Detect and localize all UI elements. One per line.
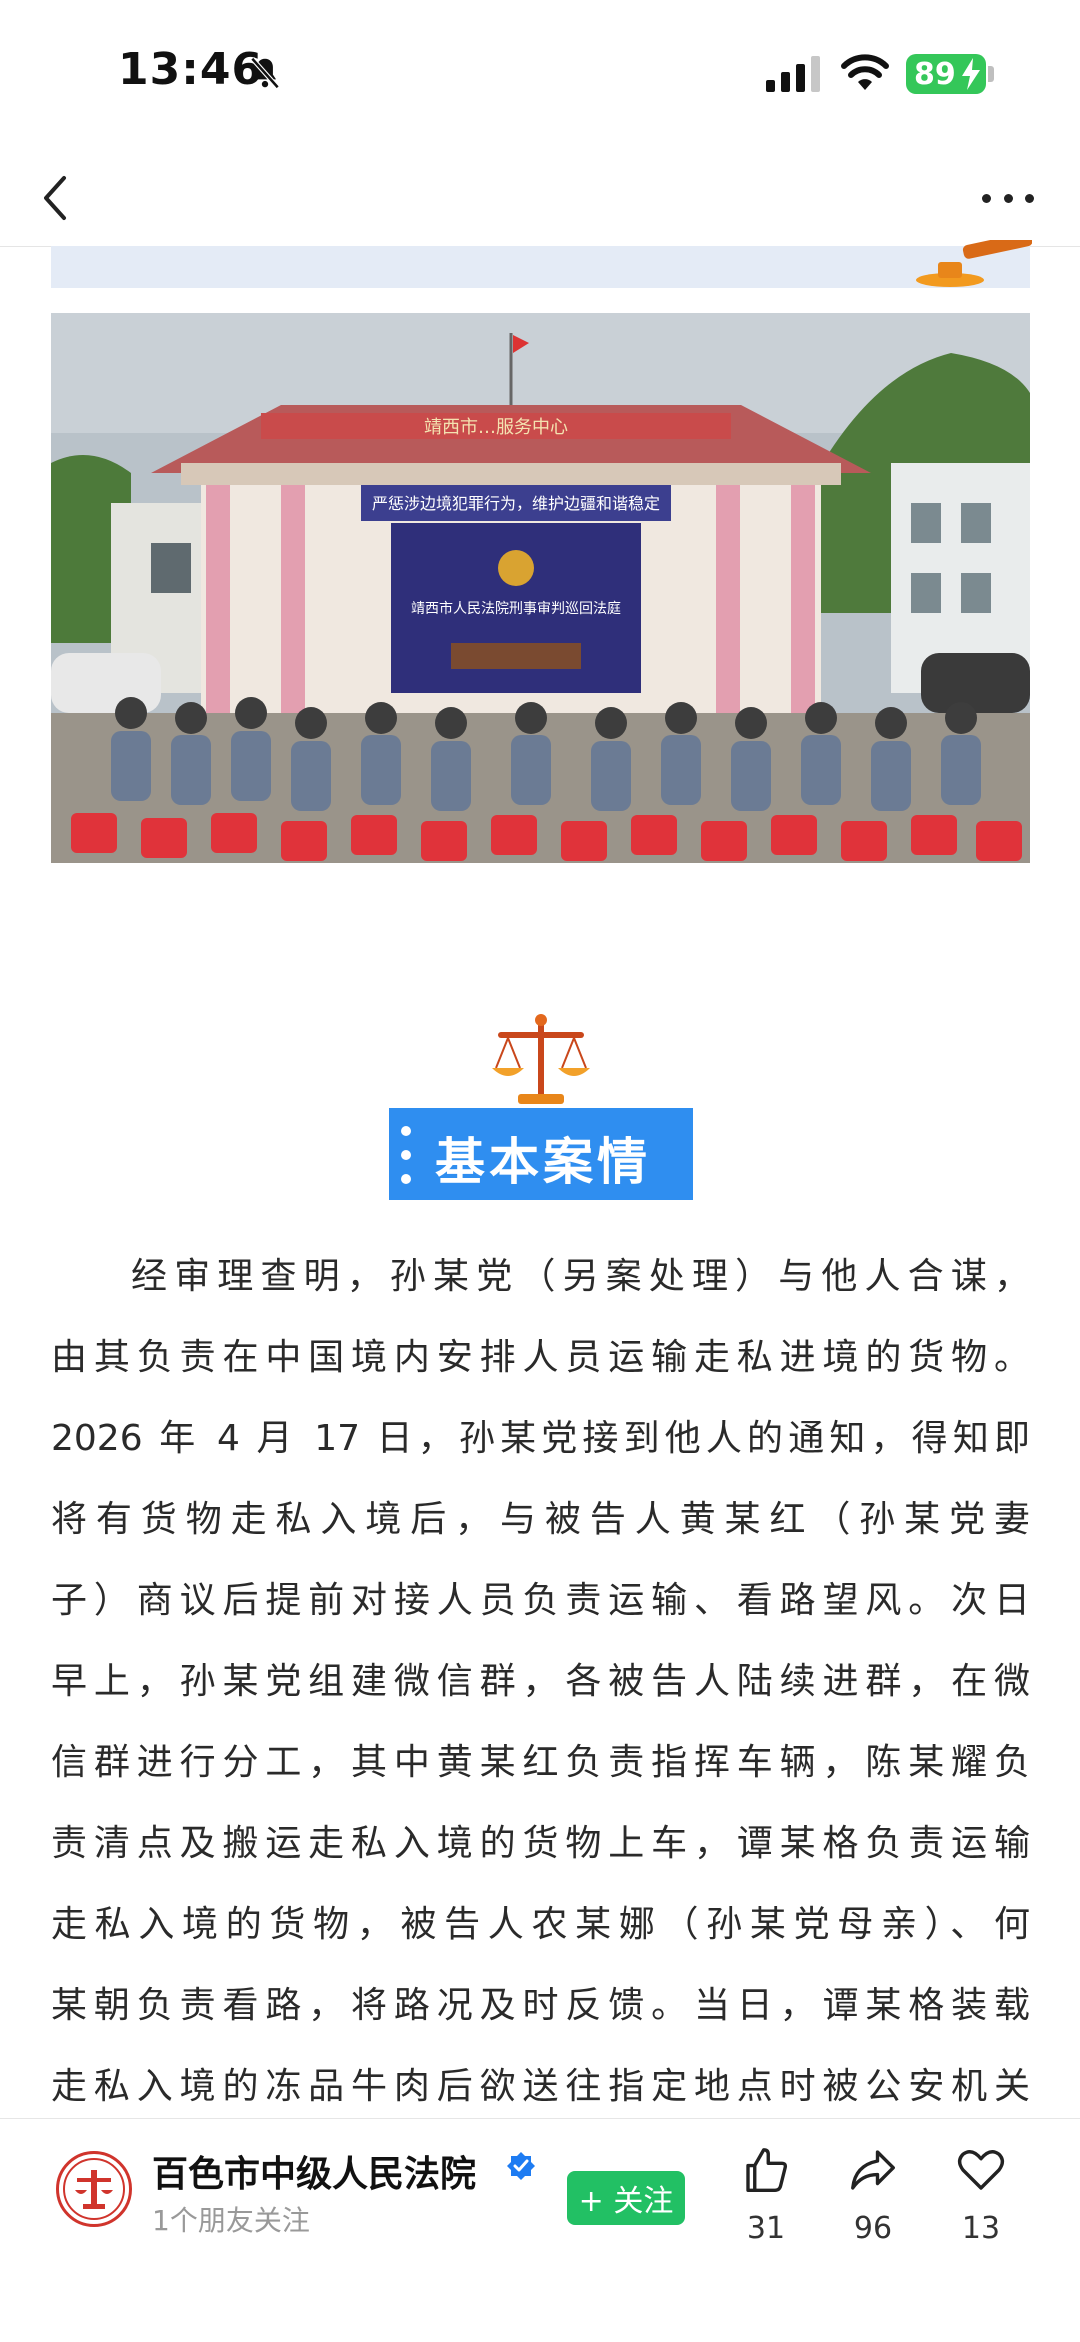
article-body: 经审理查明，孙某党（另案处理）与他人合谋， 由其负责在中国境内安排人员运输走私进… [51, 1236, 1030, 2127]
photo-banner-text: 严惩涉边境犯罪行为，维护边疆和谐稳定 [372, 494, 660, 513]
article-line: 责清点及搬运走私入境的货物上车，谭某格负责运输 [51, 1823, 1030, 1864]
author-avatar[interactable] [56, 2151, 132, 2227]
article-line: 某朝负责看路，将路况及时反馈。当日，谭某格装载 [51, 1985, 1030, 2026]
thumbs-up-icon [746, 2148, 788, 2192]
article-line: 经审理查明，孙某党（另案处理）与他人合谋， [131, 1256, 1030, 1297]
photo-court-text: 靖西市人民法院刑事审判巡回法庭 [411, 600, 621, 617]
wifi-icon [841, 54, 889, 90]
verified-badge-icon [507, 2152, 535, 2180]
favorite-button[interactable]: 13 [941, 2143, 1021, 2246]
like-button[interactable]: 31 [726, 2143, 806, 2246]
follow-button[interactable]: + 关注 [567, 2171, 685, 2225]
article-line: 2026 年 4 月 17 日，孙某党接到他人的通知，得知即 [51, 1418, 1030, 1459]
charging-bolt-icon [962, 58, 980, 90]
gavel-icon [916, 240, 1032, 287]
status-time: 13:46 [118, 44, 264, 95]
share-count: 96 [853, 2211, 893, 2246]
share-button[interactable]: 96 [833, 2143, 913, 2246]
author-name[interactable]: 百色市中级人民法院 [152, 2145, 476, 2197]
status-bar: 13:46 89 [0, 0, 1080, 150]
banner-strip [51, 246, 1030, 288]
article-line: 走私入境的货物，被告人农某娜（孙某党母亲）、何 [51, 1904, 1030, 1945]
chevron-left-icon[interactable] [36, 168, 76, 228]
section-title: 基本案情 [435, 1133, 651, 1191]
article-line: 走私入境的冻品牛肉后欲送往指定地点时被公安机关 [51, 2066, 1030, 2107]
section-title-box: 基本案情 [389, 1108, 693, 1200]
photo-sign-text: 靖西市…服务中心 [424, 417, 568, 438]
more-dots-icon[interactable] [982, 180, 1034, 216]
nav-bar [0, 150, 1080, 247]
article-line: 将有货物走私入境后，与被告人黄某红（孙某党妻 [51, 1499, 1030, 1540]
bell-muted-icon [250, 57, 280, 89]
friends-following-text: 1个朋友关注 [152, 2204, 310, 2237]
bottom-bar: 百色市中级人民法院 1个朋友关注 + 关注 31 96 13 [0, 2118, 1080, 2342]
scales-icon [492, 1014, 590, 1104]
battery-cap [988, 66, 994, 82]
article-line: 信群进行分工，其中黄某红负责指挥车辆，陈某耀负 [51, 1742, 1030, 1783]
article-line: 由其负责在中国境内安排人员运输走私进境的货物。 [51, 1337, 1030, 1378]
cellular-signal-icon [766, 56, 820, 92]
battery-level: 89 [914, 56, 956, 92]
title-dots [401, 1126, 413, 1184]
heart-icon [957, 2150, 1005, 2190]
court-session-photo[interactable]: 靖西市…服务中心 严惩涉边境犯罪行为，维护边疆和谐稳定 靖西市人民法院刑事审判巡… [51, 313, 1030, 863]
article-line: 子）商议后提前对接人员负责运输、看路望风。次日 [51, 1580, 1030, 1621]
article-line: 早上，孙某党组建微信群，各被告人陆续进群，在微 [51, 1661, 1030, 1702]
favorite-count: 13 [961, 2211, 1001, 2246]
share-icon [851, 2150, 895, 2190]
like-count: 31 [746, 2211, 786, 2246]
